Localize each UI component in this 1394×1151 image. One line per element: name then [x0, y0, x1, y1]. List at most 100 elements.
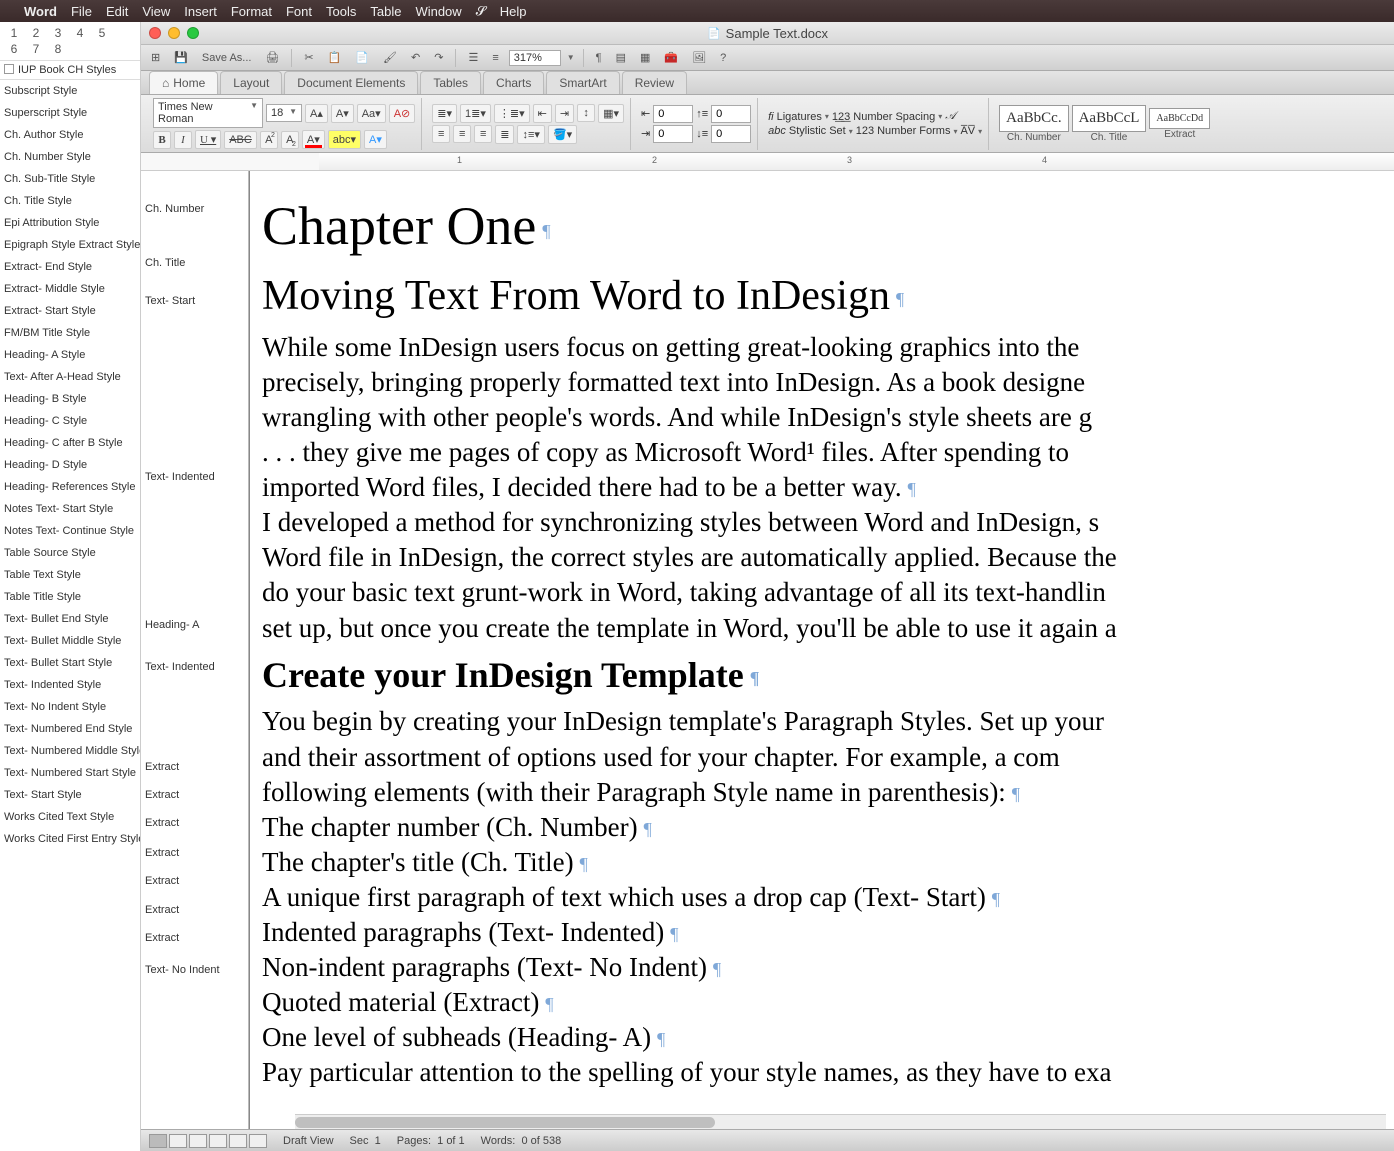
- sort-button[interactable]: ↕: [577, 104, 595, 122]
- format-painter-button[interactable]: 🖌: [379, 49, 401, 66]
- style-list-item[interactable]: Heading- References Style: [0, 476, 140, 498]
- draft-view-icon[interactable]: [149, 1134, 167, 1148]
- tab-smartart[interactable]: SmartArt: [546, 71, 619, 94]
- style-list-item[interactable]: Extract- Start Style: [0, 300, 140, 322]
- style-list-item[interactable]: Extract- End Style: [0, 256, 140, 278]
- view-switcher[interactable]: [149, 1134, 267, 1148]
- menu-edit[interactable]: Edit: [106, 4, 128, 19]
- subscript-button[interactable]: A: [281, 131, 299, 149]
- number-forms-button[interactable]: Number Forms: [877, 125, 950, 137]
- underline-button[interactable]: U ▾: [195, 130, 221, 149]
- borders-button[interactable]: ▦▾: [598, 104, 624, 123]
- list-button[interactable]: ☰: [464, 49, 482, 66]
- menu-window[interactable]: Window: [415, 4, 461, 19]
- style-list-item[interactable]: Text- No Indent Style: [0, 696, 140, 718]
- style-list-item[interactable]: Text- Numbered End Style: [0, 718, 140, 740]
- change-case-button[interactable]: Aa▾: [357, 104, 386, 123]
- style-ch-number[interactable]: AaBbCc.: [999, 105, 1068, 132]
- style-list-item[interactable]: Text- Start Style: [0, 784, 140, 806]
- style-list-item[interactable]: Table Title Style: [0, 586, 140, 608]
- style-list-item[interactable]: Notes Text- Continue Style: [0, 520, 140, 542]
- menu-insert[interactable]: Insert: [184, 4, 217, 19]
- indent-right-input[interactable]: [653, 125, 693, 143]
- undo-button[interactable]: ↶: [407, 49, 424, 66]
- justify-button[interactable]: ≣: [495, 125, 514, 144]
- number-spacing-button[interactable]: Number Spacing: [853, 111, 935, 123]
- indent-button[interactable]: ⇥: [555, 104, 574, 123]
- style-list-item[interactable]: Text- Bullet End Style: [0, 608, 140, 630]
- outdent-button[interactable]: ⇤: [533, 104, 552, 123]
- line-spacing-button[interactable]: ↕≡▾: [517, 125, 544, 144]
- space-before-input[interactable]: [711, 105, 751, 123]
- menu-view[interactable]: View: [142, 4, 170, 19]
- style-list-item[interactable]: Heading- C after B Style: [0, 432, 140, 454]
- indent-left-input[interactable]: [653, 105, 693, 123]
- tab-charts[interactable]: Charts: [483, 71, 544, 94]
- align-left-button[interactable]: ≡: [432, 125, 450, 143]
- style-list-item[interactable]: Text- Bullet Start Style: [0, 652, 140, 674]
- style-list-item[interactable]: Heading- A Style: [0, 344, 140, 366]
- outline-view-icon[interactable]: [169, 1134, 187, 1148]
- style-list-item[interactable]: Text- After A-Head Style: [0, 366, 140, 388]
- notebook-view-icon[interactable]: [229, 1134, 247, 1148]
- paste-button[interactable]: 📄: [351, 49, 373, 66]
- style-list-item[interactable]: Works Cited First Entry Style: [0, 828, 140, 850]
- cut-button[interactable]: ✂: [300, 49, 317, 66]
- font-name-select[interactable]: Times New Roman▼: [153, 98, 263, 128]
- script-icon[interactable]: 𝓢: [476, 3, 486, 19]
- redo-button[interactable]: ↷: [430, 49, 447, 66]
- style-list-item[interactable]: Ch. Author Style: [0, 124, 140, 146]
- strike-button[interactable]: ABC: [224, 131, 257, 149]
- style-list-item[interactable]: Text- Numbered Middle Style: [0, 740, 140, 762]
- print-layout-view-icon[interactable]: [209, 1134, 227, 1148]
- style-list-item[interactable]: Table Source Style: [0, 542, 140, 564]
- text-effects-button[interactable]: A▾: [364, 130, 387, 149]
- shrink-font-button[interactable]: A▾: [331, 104, 354, 123]
- tab-doc-elements[interactable]: Document Elements: [284, 71, 418, 94]
- panel-title[interactable]: IUP Book CH Styles: [0, 61, 140, 80]
- gallery-button[interactable]: ▦: [636, 49, 654, 66]
- menu-tools[interactable]: Tools: [326, 4, 356, 19]
- style-list-item[interactable]: Ch. Title Style: [0, 190, 140, 212]
- italic-button[interactable]: I: [174, 131, 192, 149]
- save-as-button[interactable]: Save As...: [198, 50, 256, 66]
- menu-help[interactable]: Help: [500, 4, 527, 19]
- pilcrow-button[interactable]: ¶: [592, 50, 606, 66]
- stylistic-set-button[interactable]: Stylistic Set: [789, 125, 846, 137]
- horizontal-scrollbar[interactable]: [295, 1114, 1386, 1129]
- tab-home[interactable]: ⌂Home: [149, 71, 218, 94]
- style-list-item[interactable]: Table Text Style: [0, 564, 140, 586]
- style-list-item[interactable]: FM/BM Title Style: [0, 322, 140, 344]
- menu-font[interactable]: Font: [286, 4, 312, 19]
- outline-button[interactable]: ≡: [488, 50, 502, 66]
- multilevel-button[interactable]: ⋮≣▾: [494, 104, 530, 123]
- grow-font-button[interactable]: A▴: [305, 104, 328, 123]
- menu-table[interactable]: Table: [370, 4, 401, 19]
- style-list-item[interactable]: Ch. Number Style: [0, 146, 140, 168]
- style-list-item[interactable]: Notes Text- Start Style: [0, 498, 140, 520]
- minimize-button[interactable]: [168, 27, 180, 39]
- style-list-item[interactable]: Heading- D Style: [0, 454, 140, 476]
- new-doc-button[interactable]: ⊞: [147, 49, 164, 66]
- toolbox-button[interactable]: 🧰: [660, 49, 682, 66]
- style-extract[interactable]: AaBbCcDd: [1149, 108, 1210, 129]
- style-list-item[interactable]: Heading- C Style: [0, 410, 140, 432]
- shading-button[interactable]: 🪣▾: [548, 125, 577, 144]
- style-list-item[interactable]: Extract- Middle Style: [0, 278, 140, 300]
- highlight-button[interactable]: abc▾: [328, 130, 361, 149]
- focus-view-icon[interactable]: [249, 1134, 267, 1148]
- help-button[interactable]: ?: [716, 50, 730, 66]
- style-ch-title[interactable]: AaBbCcL: [1072, 105, 1147, 132]
- align-center-button[interactable]: ≡: [453, 125, 471, 143]
- style-list-item[interactable]: Works Cited Text Style: [0, 806, 140, 828]
- save-button[interactable]: 💾: [170, 49, 192, 66]
- style-list-item[interactable]: Text- Bullet Middle Style: [0, 630, 140, 652]
- superscript-button[interactable]: A: [260, 131, 278, 149]
- style-list-item[interactable]: Subscript Style: [0, 80, 140, 102]
- tab-tables[interactable]: Tables: [420, 71, 481, 94]
- space-after-input[interactable]: [711, 125, 751, 143]
- align-right-button[interactable]: ≡: [474, 125, 492, 143]
- menu-format[interactable]: Format: [231, 4, 272, 19]
- bold-button[interactable]: B: [153, 131, 171, 149]
- tab-review[interactable]: Review: [622, 71, 687, 94]
